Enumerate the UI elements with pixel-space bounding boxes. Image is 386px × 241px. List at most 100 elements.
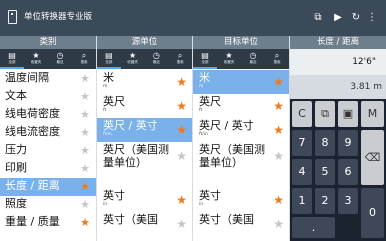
star-icon[interactable]: ★ xyxy=(273,76,284,88)
star-icon[interactable]: ★ xyxy=(80,217,90,228)
star-icon[interactable]: ★ xyxy=(176,100,187,112)
category-pane: 类别 ▤ 全部 ★ 收藏夹 ◷ 最近 ⌕ 搜索 温度间隔 ★ 文本 ★ 线电荷密度 ★ 线电流… xyxy=(0,36,96,241)
calculator-pane: 长度 / 距离 12'6" 3.81 m C ⧉ ▣ M 7 8 9 ⌫ 4 5… xyxy=(290,36,386,241)
star-icon[interactable]: ★ xyxy=(176,150,187,162)
key-2[interactable]: 2 xyxy=(315,188,335,214)
filter-favorites-tab[interactable]: ★ 收藏夹 xyxy=(217,49,241,69)
backspace-key[interactable]: ⌫ xyxy=(361,130,384,185)
unit-item[interactable]: 英寸 in ★ xyxy=(193,188,289,212)
source-unit-header: 源单位 xyxy=(97,36,192,49)
clock-icon: ◷ xyxy=(56,51,64,60)
play-icon[interactable]: ▶ xyxy=(332,11,344,25)
key-4[interactable]: 4 xyxy=(292,159,312,185)
filter-favorites-tab[interactable]: ★ 收藏夹 xyxy=(121,49,145,69)
paste-key[interactable]: ▣ xyxy=(338,101,358,127)
star-icon[interactable]: ★ xyxy=(80,199,90,210)
key-0[interactable]: 0 xyxy=(361,188,384,238)
category-filter-bar: ▤ 全部 ★ 收藏夹 ◷ 最近 ⌕ 搜索 xyxy=(0,49,96,69)
star-icon[interactable]: ★ xyxy=(273,124,284,136)
memory-icon: M xyxy=(367,107,378,120)
unit-item[interactable]: 英寸（美国 ★ xyxy=(97,212,192,236)
filter-recent-tab[interactable]: ◷ 最近 xyxy=(241,49,265,69)
filter-all-tab[interactable]: ▤ 全部 xyxy=(193,49,217,69)
filter-search-tab[interactable]: ⌕ 搜索 xyxy=(168,49,192,69)
key-8[interactable]: 8 xyxy=(315,130,335,156)
category-item[interactable]: 温度间隔 ★ xyxy=(0,70,96,88)
key-3[interactable]: 3 xyxy=(338,188,358,214)
unit-item[interactable]: 米 m ★ xyxy=(97,70,192,94)
unit-item[interactable]: 英尺（美国测量单位） ★ xyxy=(97,142,192,188)
value-input[interactable]: 12'6" xyxy=(290,49,386,75)
star-icon[interactable]: ★ xyxy=(80,163,90,174)
search-icon: ⌕ xyxy=(177,51,183,60)
target-filter-bar: ▤ 全部 ★ 收藏夹 ◷ 最近 ⌕ 搜索 xyxy=(193,49,289,69)
source-filter-bar: ▤ 全部 ★ 收藏夹 ◷ 最近 ⌕ 搜索 xyxy=(97,49,192,69)
filter-all-tab[interactable]: ▤ 全部 xyxy=(97,49,121,69)
copy-key[interactable]: ⧉ xyxy=(315,101,335,127)
category-header: 类别 xyxy=(0,36,96,49)
unit-item-selected[interactable]: 英尺 / 英寸 ft/in ★ xyxy=(97,118,192,142)
key-1[interactable]: 1 xyxy=(292,188,312,214)
star-icon[interactable]: ★ xyxy=(80,73,90,84)
category-list: 温度间隔 ★ 文本 ★ 线电荷密度 ★ 线电流密度 ★ 压力 ★ 印刷 ★ 长度 / 距离 ★… xyxy=(0,69,96,232)
star-icon[interactable]: ★ xyxy=(273,150,284,162)
key-5[interactable]: 5 xyxy=(315,159,335,185)
key-decimal[interactable]: . xyxy=(292,217,335,238)
backspace-icon: ⌫ xyxy=(364,151,381,164)
list-icon: ▤ xyxy=(201,51,209,60)
star-icon: ★ xyxy=(225,51,233,60)
unit-item[interactable]: 英寸 in ★ xyxy=(97,188,192,212)
star-icon[interactable]: ★ xyxy=(176,218,187,230)
app-logo-icon xyxy=(8,10,17,24)
target-unit-pane: 目标单位 ▤ 全部 ★ 收藏夹 ◷ 最近 ⌕ 搜索 米 m ★ 英尺 ft ★ 英尺 / 英寸 f… xyxy=(193,36,289,241)
clock-icon: ◷ xyxy=(152,51,160,60)
source-unit-pane: 源单位 ▤ 全部 ★ 收藏夹 ◷ 最近 ⌕ 搜索 米 m ★ 英尺 ft ★ 英尺 / 英寸 ft… xyxy=(97,36,192,241)
memory-key[interactable]: M xyxy=(361,101,384,127)
category-item[interactable]: 重量 / 质量 ★ xyxy=(0,214,96,232)
star-icon[interactable]: ★ xyxy=(273,194,284,206)
star-icon[interactable]: ★ xyxy=(80,127,90,138)
target-unit-list: 米 m ★ 英尺 ft ★ 英尺 / 英寸 ft/in ★ 英尺（美国测量单位） ★ 英寸 in… xyxy=(193,69,289,236)
unit-item[interactable]: 英寸（美国 ★ xyxy=(193,212,289,236)
star-icon[interactable]: ★ xyxy=(80,109,90,120)
category-item-selected[interactable]: 长度 / 距离 ★ xyxy=(0,178,96,196)
unit-item[interactable]: 英尺 / 英寸 ft/in ★ xyxy=(193,118,289,142)
category-item[interactable]: 线电荷密度 ★ xyxy=(0,106,96,124)
filter-all-tab[interactable]: ▤ 全部 xyxy=(0,49,24,69)
category-item[interactable]: 压力 ★ xyxy=(0,142,96,160)
list-icon: ▤ xyxy=(8,51,16,60)
filter-search-tab[interactable]: ⌕ 搜索 xyxy=(265,49,289,69)
filter-recent-tab[interactable]: ◷ 最近 xyxy=(48,49,72,69)
unit-item[interactable]: 英尺（美国测量单位） ★ xyxy=(193,142,289,188)
star-icon[interactable]: ★ xyxy=(176,76,187,88)
key-6[interactable]: 6 xyxy=(338,159,358,185)
refresh-icon[interactable]: ↻ xyxy=(350,11,362,25)
category-item[interactable]: 线电流密度 ★ xyxy=(0,124,96,142)
category-item[interactable]: 文本 ★ xyxy=(0,88,96,106)
star-icon[interactable]: ★ xyxy=(273,218,284,230)
filter-recent-tab[interactable]: ◷ 最近 xyxy=(145,49,169,69)
clear-key[interactable]: C xyxy=(292,101,312,127)
copy-icon[interactable]: ⧉ xyxy=(312,11,324,25)
star-icon[interactable]: ★ xyxy=(176,194,187,206)
overflow-menu-icon[interactable]: ⋮ xyxy=(367,11,377,25)
star-icon: ★ xyxy=(129,51,137,60)
category-item[interactable]: 印刷 ★ xyxy=(0,160,96,178)
key-7[interactable]: 7 xyxy=(292,130,312,156)
category-item[interactable]: 照度 ★ xyxy=(0,196,96,214)
source-unit-list: 米 m ★ 英尺 ft ★ 英尺 / 英寸 ft/in ★ 英尺（美国测量单位） ★ 英寸 in… xyxy=(97,69,192,236)
star-icon[interactable]: ★ xyxy=(273,100,284,112)
star-icon[interactable]: ★ xyxy=(176,124,187,136)
target-unit-header: 目标单位 xyxy=(193,36,289,49)
filter-search-tab[interactable]: ⌕ 搜索 xyxy=(72,49,96,69)
unit-item[interactable]: 英尺 ft ★ xyxy=(97,94,192,118)
star-icon[interactable]: ★ xyxy=(80,145,90,156)
unit-item[interactable]: 英尺 ft ★ xyxy=(193,94,289,118)
result-display: 3.81 m xyxy=(290,75,386,99)
filter-favorites-tab[interactable]: ★ 收藏夹 xyxy=(24,49,48,69)
star-icon[interactable]: ★ xyxy=(80,91,90,102)
unit-item-selected[interactable]: 米 m ★ xyxy=(193,70,289,94)
star-icon[interactable]: ★ xyxy=(80,181,90,192)
star-icon: ★ xyxy=(32,51,40,60)
key-9[interactable]: 9 xyxy=(338,130,358,156)
